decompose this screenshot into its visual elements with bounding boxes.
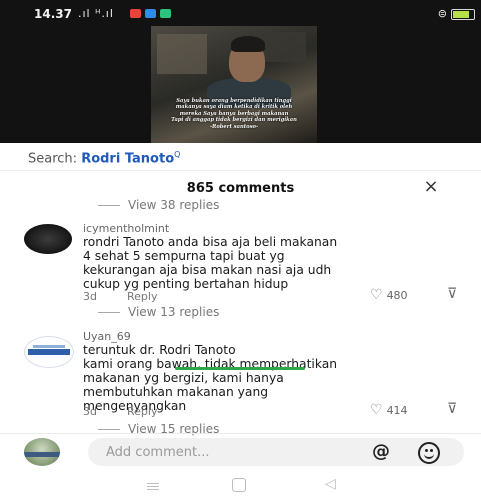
mention-icon[interactable]: @ — [372, 441, 390, 462]
close-icon[interactable]: × — [420, 176, 442, 198]
dislike-icon[interactable]: ⊽ — [447, 401, 457, 417]
dislike-icon[interactable]: ⊽ — [447, 286, 457, 302]
view-replies-link[interactable]: View 13 replies — [98, 305, 219, 319]
comment-age: 3d — [83, 290, 97, 303]
reply-button[interactable]: Reply — [127, 290, 157, 303]
comment-username[interactable]: icymentholmint — [83, 222, 169, 235]
comment-meta: 3d Reply — [83, 290, 157, 303]
view-replies-link[interactable]: View 38 replies — [98, 198, 219, 212]
wifi-icon: ⊜ — [437, 7, 447, 20]
divider — [0, 433, 481, 434]
dash-line — [98, 205, 120, 206]
dash-line — [98, 312, 120, 313]
emoji-icon[interactable] — [418, 442, 440, 464]
comments-count-title: 865 comments — [186, 181, 295, 196]
comment-placeholder: Add comment... — [106, 445, 210, 460]
view-replies-label: View 38 replies — [128, 198, 220, 212]
comment-line: rondri Tanoto anda bisa aja beli makanan — [83, 235, 338, 249]
comment-text: rondri Tanoto anda bisa aja beli makanan… — [83, 235, 463, 291]
search-icon: Q — [174, 150, 181, 159]
add-comment-input[interactable]: Add comment... @ — [88, 438, 464, 466]
emoji-mouth — [424, 453, 434, 459]
heart-icon: ♡ — [370, 402, 383, 418]
status-time: 14.37 — [34, 7, 72, 21]
video-area: 14.37 .ıl ᴴ.ıl ⊜ Saya bukan orang berpen… — [0, 0, 481, 143]
like-button[interactable]: ♡ 480 — [370, 287, 408, 303]
avatar-detail — [24, 452, 60, 457]
comment-meta: 3d Reply — [83, 405, 157, 418]
status-bar: 14.37 .ıl ᴴ.ıl ⊜ — [0, 0, 481, 26]
search-label: Search: — [28, 151, 82, 167]
video-person — [231, 36, 265, 52]
video-background — [157, 34, 207, 74]
text-highlight-mark — [175, 367, 305, 370]
home-icon[interactable] — [232, 478, 246, 492]
dash-line — [98, 429, 120, 430]
search-query[interactable]: Rodri Tanoto — [81, 151, 174, 166]
comment-line: kekurangan aja bisa makan nasi aja udh — [83, 263, 332, 277]
my-avatar — [24, 438, 60, 466]
video-thumbnail[interactable]: Saya bukan orang berpendidikan tinggi ma… — [151, 26, 317, 143]
notification-app-icon — [160, 9, 171, 18]
reply-button[interactable]: Reply — [127, 405, 157, 418]
notification-app-icon — [145, 9, 156, 18]
battery-icon — [451, 9, 475, 20]
caption-line: -Robert santoso- — [209, 123, 259, 130]
like-count: 414 — [386, 404, 408, 417]
notification-app-icon — [130, 9, 141, 18]
caption-line: Tapi di anggap tidak bergizi dan merigik… — [171, 117, 297, 124]
signal-icon: .ıl ᴴ.ıl — [78, 7, 114, 20]
avatar[interactable] — [24, 336, 74, 368]
avatar-logo — [33, 345, 65, 348]
comment-line: membutuhkan makanan yang — [83, 385, 269, 399]
like-button[interactable]: ♡ 414 — [370, 402, 408, 418]
comment-line: teruntuk dr. Rodri Tanoto — [83, 343, 236, 357]
divider — [0, 170, 481, 171]
recent-apps-icon[interactable] — [147, 481, 159, 491]
caption-line: makanya saya diam ketika di kritik oleh — [175, 104, 293, 111]
emoji-eye — [430, 449, 433, 452]
view-replies-label: View 13 replies — [128, 305, 220, 319]
comment-age: 3d — [83, 405, 97, 418]
search-suggestion[interactable]: Search: Rodri TanotoQ — [28, 150, 180, 166]
comment-line: makanan yg bergizi, kami hanya — [83, 371, 284, 385]
emoji-eye — [425, 449, 428, 452]
video-caption: Saya bukan orang berpendidikan tinggi ma… — [159, 98, 309, 130]
like-count: 480 — [386, 289, 408, 302]
avatar-logo — [28, 349, 70, 355]
back-icon[interactable]: ◁ — [325, 476, 336, 492]
avatar[interactable] — [24, 224, 72, 254]
heart-icon: ♡ — [370, 287, 383, 303]
comment-username[interactable]: Uyan_69 — [83, 330, 131, 343]
comment-line: 4 sehat 5 sempurna tapi buat yg — [83, 249, 285, 263]
